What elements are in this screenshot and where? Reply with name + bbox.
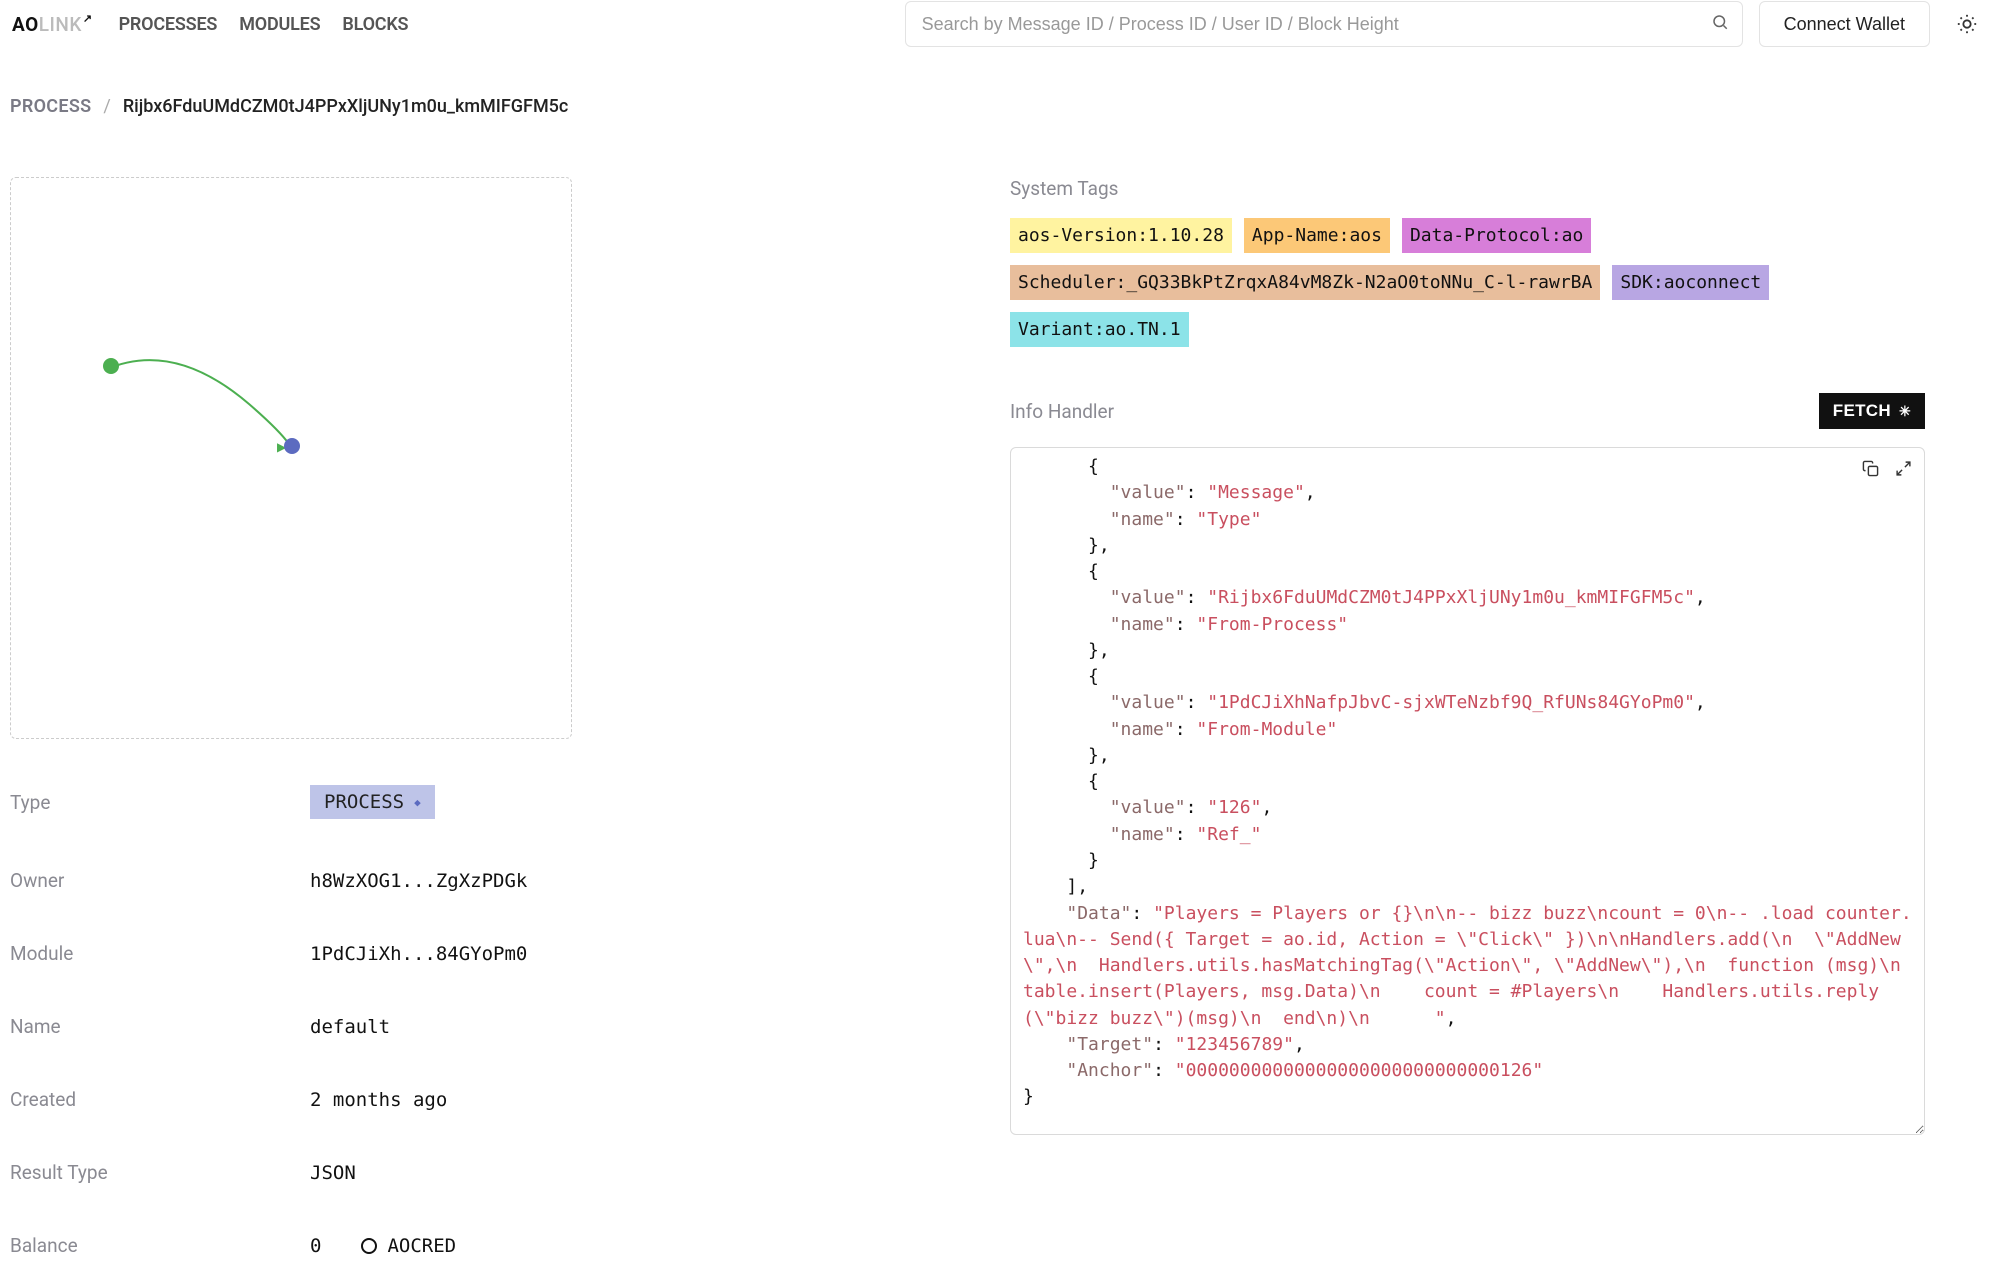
logo-ao: AO bbox=[12, 13, 39, 36]
code-panel[interactable]: { "value": "Message", "name": "Type" }, … bbox=[1010, 447, 1925, 1135]
fetch-label: FETCH bbox=[1833, 401, 1891, 421]
nav-processes[interactable]: PROCESSES bbox=[119, 14, 218, 35]
graph-panel[interactable]: ▶ bbox=[10, 177, 572, 739]
logo-arrow-icon: ↗ bbox=[83, 12, 93, 25]
detail-result-type-value: JSON bbox=[310, 1162, 356, 1184]
detail-type-label: Type bbox=[10, 791, 310, 814]
detail-owner-value[interactable]: h8WzXOG1...ZgXzPDGk bbox=[310, 870, 527, 892]
graph-node-target[interactable] bbox=[284, 438, 300, 454]
sun-icon bbox=[1956, 13, 1978, 35]
detail-module: Module 1PdCJiXh...84GYoPm0 bbox=[10, 942, 960, 965]
system-tag[interactable]: Scheduler:_GQ33BkPtZrqxA84vM8Zk-N2aO0toN… bbox=[1010, 265, 1600, 300]
copy-button[interactable] bbox=[1860, 458, 1881, 482]
system-tag[interactable]: SDK:aoconnect bbox=[1612, 265, 1769, 300]
detail-balance-value: 0 bbox=[310, 1235, 321, 1257]
details-list: Type PROCESS ◆ Owner h8WzXOG1...ZgXzPDGk… bbox=[10, 785, 960, 1257]
detail-name: Name default bbox=[10, 1015, 960, 1038]
detail-module-value[interactable]: 1PdCJiXh...84GYoPm0 bbox=[310, 943, 527, 965]
main-nav: PROCESSES MODULES BLOCKS bbox=[119, 14, 409, 35]
theme-toggle-button[interactable] bbox=[1946, 3, 1988, 45]
system-tag[interactable]: aos-Version:1.10.28 bbox=[1010, 218, 1232, 253]
system-tags-list: aos-Version:1.10.28 App-Name:aos Data-Prot… bbox=[1010, 218, 1925, 347]
logo[interactable]: AOLINK↗ bbox=[12, 13, 93, 36]
detail-owner: Owner h8WzXOG1...ZgXzPDGk bbox=[10, 869, 960, 892]
detail-balance-label: Balance bbox=[10, 1234, 310, 1257]
code-content: { "value": "Message", "name": "Type" }, … bbox=[1023, 454, 1912, 1111]
system-tag[interactable]: Variant:ao.TN.1 bbox=[1010, 312, 1189, 347]
breadcrumb-process[interactable]: PROCESS bbox=[10, 96, 91, 117]
graph-node-source[interactable] bbox=[103, 358, 119, 374]
diamond-icon: ◆ bbox=[414, 796, 421, 809]
copy-icon bbox=[1862, 460, 1879, 477]
token-circle-icon bbox=[361, 1238, 377, 1254]
graph-edge bbox=[99, 354, 319, 474]
token-symbol: AOCRED bbox=[387, 1235, 456, 1257]
sparkle-icon: ✳ bbox=[1899, 403, 1911, 420]
expand-button[interactable] bbox=[1893, 458, 1914, 482]
expand-icon bbox=[1895, 460, 1912, 477]
system-tags-title: System Tags bbox=[1010, 177, 1925, 200]
fetch-button[interactable]: FETCH ✳ bbox=[1819, 393, 1925, 429]
detail-owner-label: Owner bbox=[10, 869, 310, 892]
left-column: ▶ Type PROCESS ◆ Owner h8WzXOG1...ZgXzPD… bbox=[10, 177, 960, 1257]
process-type-badge[interactable]: PROCESS ◆ bbox=[310, 785, 435, 819]
detail-result-type-label: Result Type bbox=[10, 1161, 310, 1184]
info-handler-header: Info Handler FETCH ✳ bbox=[1010, 393, 1925, 429]
info-handler-title: Info Handler bbox=[1010, 400, 1114, 423]
detail-balance: Balance 0 AOCRED bbox=[10, 1234, 960, 1257]
detail-name-value: default bbox=[310, 1016, 390, 1038]
search-icon[interactable] bbox=[1711, 13, 1729, 35]
main-content: ▶ Type PROCESS ◆ Owner h8WzXOG1...ZgXzPD… bbox=[0, 117, 2000, 1257]
balance-token[interactable]: AOCRED bbox=[361, 1235, 456, 1257]
breadcrumb-separator: / bbox=[103, 96, 110, 117]
connect-wallet-button[interactable]: Connect Wallet bbox=[1759, 1, 1930, 47]
code-scroll[interactable]: { "value": "Message", "name": "Type" }, … bbox=[1023, 454, 1912, 1122]
nav-modules[interactable]: MODULES bbox=[239, 14, 320, 35]
breadcrumb-process-id: Rijbx6FduUMdCZM0tJ4PPxXljUNy1m0u_kmMIFGF… bbox=[123, 96, 568, 117]
search-container bbox=[905, 1, 1743, 47]
top-header: AOLINK↗ PROCESSES MODULES BLOCKS Connect… bbox=[0, 0, 2000, 48]
search-input[interactable] bbox=[905, 1, 1743, 47]
detail-name-label: Name bbox=[10, 1015, 310, 1038]
breadcrumb: PROCESS / Rijbx6FduUMdCZM0tJ4PPxXljUNy1m… bbox=[0, 48, 2000, 117]
detail-type: Type PROCESS ◆ bbox=[10, 785, 960, 819]
detail-module-label: Module bbox=[10, 942, 310, 965]
detail-result-type: Result Type JSON bbox=[10, 1161, 960, 1184]
system-tag[interactable]: App-Name:aos bbox=[1244, 218, 1390, 253]
nav-blocks[interactable]: BLOCKS bbox=[342, 14, 408, 35]
right-column: System Tags aos-Version:1.10.28 App-Name:… bbox=[1010, 177, 1925, 1257]
system-tag[interactable]: Data-Protocol:ao bbox=[1402, 218, 1591, 253]
process-type-text: PROCESS bbox=[324, 791, 404, 813]
detail-created-value: 2 months ago bbox=[310, 1089, 447, 1111]
detail-created: Created 2 months ago bbox=[10, 1088, 960, 1111]
logo-link-text: LINK bbox=[39, 13, 82, 36]
detail-created-label: Created bbox=[10, 1088, 310, 1111]
code-toolbar bbox=[1860, 458, 1914, 482]
